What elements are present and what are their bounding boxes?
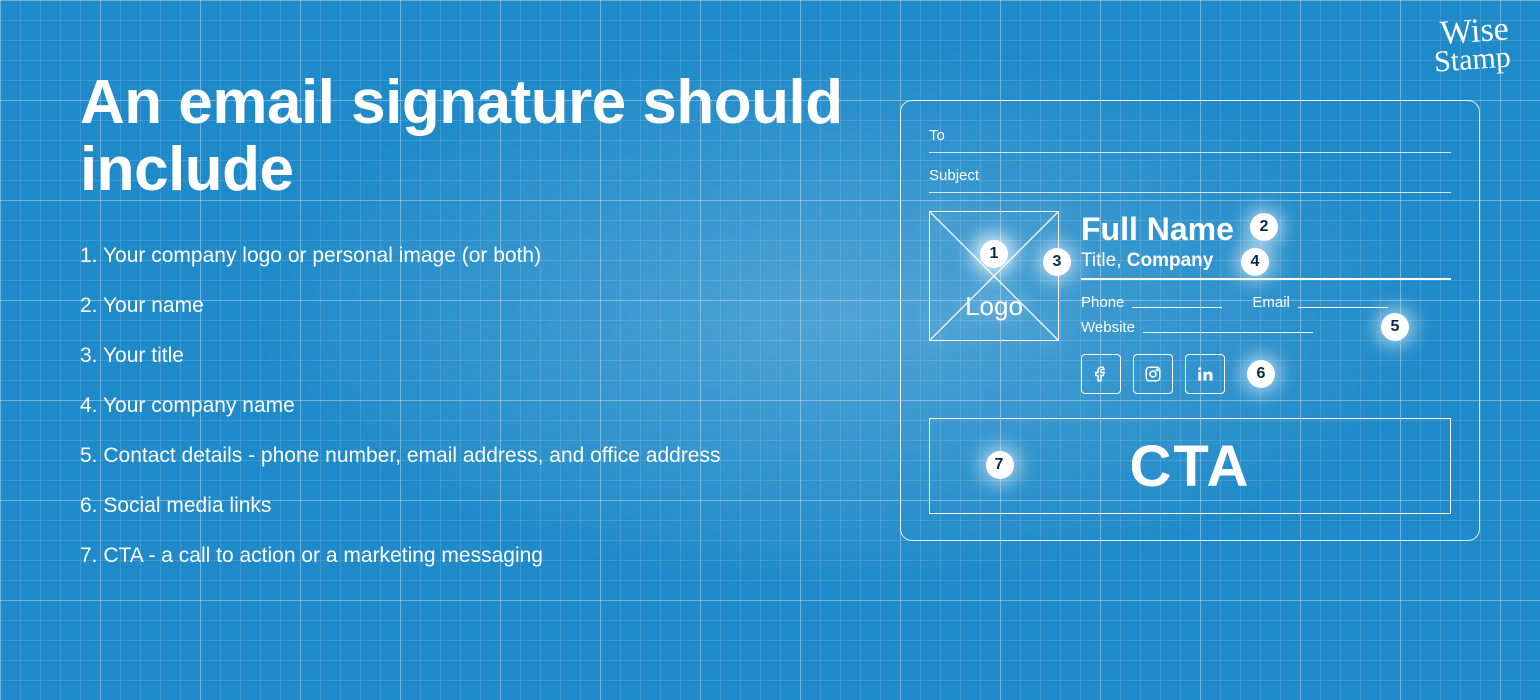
badge-3: 3 xyxy=(1043,248,1071,276)
badge-6: 6 xyxy=(1247,360,1275,388)
phone-value-line xyxy=(1132,298,1222,308)
email-value-line xyxy=(1298,298,1388,308)
list-item: 6. Social media links xyxy=(80,494,860,518)
signature-elements-list: 1. Your company logo or personal image (… xyxy=(80,244,860,568)
to-field: To xyxy=(929,123,1451,153)
cta-label: CTA xyxy=(1130,433,1251,500)
page-title: An email signature should include xyxy=(80,70,860,204)
badge-7: 7 xyxy=(986,451,1014,479)
linkedin-icon xyxy=(1185,354,1225,394)
badge-4: 4 xyxy=(1241,248,1269,276)
badge-2: 2 xyxy=(1250,213,1278,241)
divider xyxy=(1081,278,1451,280)
list-item: 5. Contact details - phone number, email… xyxy=(80,444,860,468)
badge-5: 5 xyxy=(1381,313,1409,341)
instagram-icon xyxy=(1133,354,1173,394)
list-item: 4. Your company name xyxy=(80,394,860,418)
cta-banner: 7 CTA xyxy=(929,418,1451,514)
company-label: Company xyxy=(1127,250,1214,271)
list-item: 3. Your title xyxy=(80,344,860,368)
email-label: Email xyxy=(1252,294,1290,311)
list-item: 1. Your company logo or personal image (… xyxy=(80,244,860,268)
subject-field: Subject xyxy=(929,163,1451,193)
logo-placeholder: Logo 1 xyxy=(929,211,1059,341)
website-label: Website xyxy=(1081,319,1135,336)
badge-1: 1 xyxy=(980,240,1008,268)
email-signature-mockup: To Subject Logo 1 Full Name 2 xyxy=(900,100,1480,541)
full-name-label: Full Name xyxy=(1081,211,1234,247)
phone-label: Phone xyxy=(1081,294,1124,311)
logo-box-x-icon xyxy=(930,212,1058,340)
title-label: Title, xyxy=(1081,250,1121,271)
list-item: 2. Your name xyxy=(80,294,860,318)
facebook-icon xyxy=(1081,354,1121,394)
website-value-line xyxy=(1143,323,1313,333)
list-item: 7. CTA - a call to action or a marketing… xyxy=(80,544,860,568)
